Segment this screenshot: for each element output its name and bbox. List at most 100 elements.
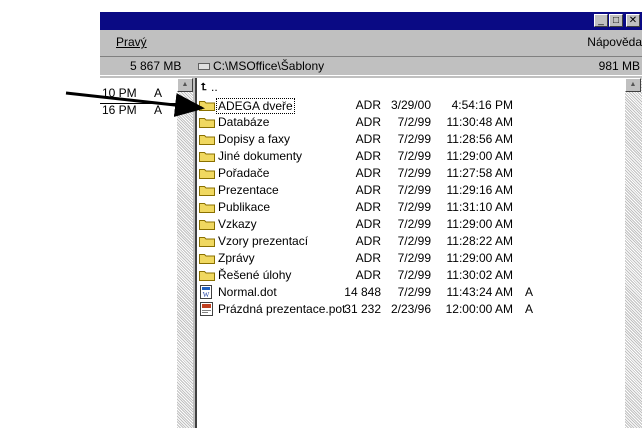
file-time: 11:29:16 AM [446,183,514,197]
scroll-up-arrow-icon[interactable]: ▲ [177,78,193,92]
file-date: 7/2/99 [397,234,431,248]
file-type: ADR [355,183,381,197]
file-time: 11:31:10 AM [446,200,514,214]
file-type: ADR [355,98,381,112]
file-type: 14 848 [344,285,381,299]
scroll-up-arrow-icon[interactable]: ▲ [625,78,641,92]
file-date: 7/2/99 [397,166,431,180]
drive-icon [198,63,210,70]
file-row[interactable]: Prázdná prezentace.pot 31 232 2/23/96 12:00… [197,301,627,318]
file-time: 11:28:22 AM [446,234,514,248]
up-arrow-icon: ⮤ [201,82,207,93]
file-type: ADR [355,166,381,180]
folder-icon [199,151,215,162]
file-type: ADR [355,149,381,163]
left-free-space: 5 867 MB [130,59,182,73]
menu-bar: Pravý Nápověda [100,32,642,52]
file-time: 11:28:56 AM [446,132,514,146]
folder-icon [199,168,215,179]
svg-text:W: W [203,291,210,299]
file-row[interactable]: Publikace ADR 7/2/99 11:31:10 AM [197,199,627,216]
list-item[interactable]: 16 PM A [100,102,177,119]
file-date: 7/2/99 [397,115,431,129]
file-type: ADR [355,234,381,248]
right-scrollbar[interactable]: ▲ [625,78,642,428]
file-time: 11:27:58 AM [446,166,514,180]
folder-icon [199,117,215,128]
file-time: 11:43:24 AM [446,285,514,299]
file-name: Zprávy [218,251,255,265]
right-free-space: 981 MB [598,59,640,73]
file-type: 31 232 [344,302,381,316]
file-manager-window: _ □ ✕ Pravý Nápověda 5 867 MB C:\MSOffic… [100,12,642,428]
menu-pravy[interactable]: Pravý [116,35,147,49]
file-type: ADR [355,251,381,265]
folder-icon [199,236,215,247]
file-type: ADR [355,268,381,282]
file-row[interactable]: Vzory prezentací ADR 7/2/99 11:28:22 AM [197,233,627,250]
list-item[interactable]: 10 PM A [100,85,177,102]
file-name: Vzkazy [218,217,257,231]
maximize-button[interactable]: □ [609,14,623,27]
file-time: 11:29:00 AM [446,251,514,265]
file-name: Normal.dot [218,285,277,299]
file-name: Jiné dokumenty [218,149,303,163]
file-date: 7/2/99 [397,149,431,163]
parent-directory-row[interactable]: ⮤ .. [197,80,627,97]
folder-icon [199,253,215,264]
file-name: Řešené úlohy [218,268,292,282]
drive-info-bar: 5 867 MB C:\MSOffice\Šablony 981 MB [100,56,642,76]
file-name: Prezentace [218,183,279,197]
folder-icon [199,219,215,230]
word-template-icon: W [199,285,215,299]
file-type: ADR [355,217,381,231]
file-name: ADEGA dveře [216,98,295,114]
file-date: 2/23/96 [390,302,431,316]
file-time: 11:29:00 AM [446,149,514,163]
file-time: 11:30:02 AM [446,268,514,282]
title-bar: _ □ ✕ [100,12,642,30]
folder-icon [199,185,215,196]
file-name: Databáze [218,115,270,129]
file-time: 12:00:00 AM [445,302,513,316]
file-date: 7/2/99 [397,285,431,299]
close-button[interactable]: ✕ [626,14,640,27]
file-row[interactable]: Databáze ADR 7/2/99 11:30:48 AM [197,114,627,131]
file-row[interactable]: Pořadače ADR 7/2/99 11:27:58 AM [197,165,627,182]
file-row[interactable]: Řešené úlohy ADR 7/2/99 11:30:02 AM [197,267,627,284]
powerpoint-template-icon [199,302,215,316]
file-type: ADR [355,132,381,146]
left-scrollbar[interactable]: ▲ [177,78,193,428]
file-type: ADR [355,115,381,129]
file-row[interactable]: W Normal.dot 14 848 7/2/99 11:43:24 AM A [197,284,627,301]
file-row[interactable]: Prezentace ADR 7/2/99 11:29:16 AM [197,182,627,199]
folder-icon [199,134,215,145]
file-row[interactable]: Zprávy ADR 7/2/99 11:29:00 AM [197,250,627,267]
file-row[interactable]: Jiné dokumenty ADR 7/2/99 11:29:00 AM [197,148,627,165]
minimize-button[interactable]: _ [594,14,608,27]
file-name: Vzory prezentací [218,234,309,248]
left-file-panel[interactable]: 10 PM A 16 PM A [100,78,177,428]
folder-icon [199,270,215,281]
right-file-panel[interactable]: ⮤ .. ADEGA dveře ADR 3/29/00 4:54:16 PM Data… [195,78,625,428]
file-attr: A [525,285,534,299]
menu-napoveda[interactable]: Nápověda [587,35,642,49]
current-path: C:\MSOffice\Šablony [213,59,325,73]
file-name: Prázdná prezentace.pot [218,302,346,316]
file-date: 7/2/99 [397,268,431,282]
file-date: 7/2/99 [397,200,431,214]
file-attr: A [525,302,534,316]
folder-icon [199,202,215,213]
file-date: 7/2/99 [397,132,431,146]
file-time: 4:54:16 PM [451,98,513,112]
file-name: Dopisy a faxy [218,132,291,146]
file-row[interactable]: Dopisy a faxy ADR 7/2/99 11:28:56 AM [197,131,627,148]
file-date: 3/29/00 [390,98,431,112]
file-date: 7/2/99 [397,251,431,265]
file-row[interactable]: ADEGA dveře ADR 3/29/00 4:54:16 PM [197,97,627,114]
file-date: 7/2/99 [397,217,431,231]
file-time: 11:29:00 AM [446,217,514,231]
file-date: 7/2/99 [397,183,431,197]
file-row[interactable]: Vzkazy ADR 7/2/99 11:29:00 AM [197,216,627,233]
folder-icon [199,100,215,111]
